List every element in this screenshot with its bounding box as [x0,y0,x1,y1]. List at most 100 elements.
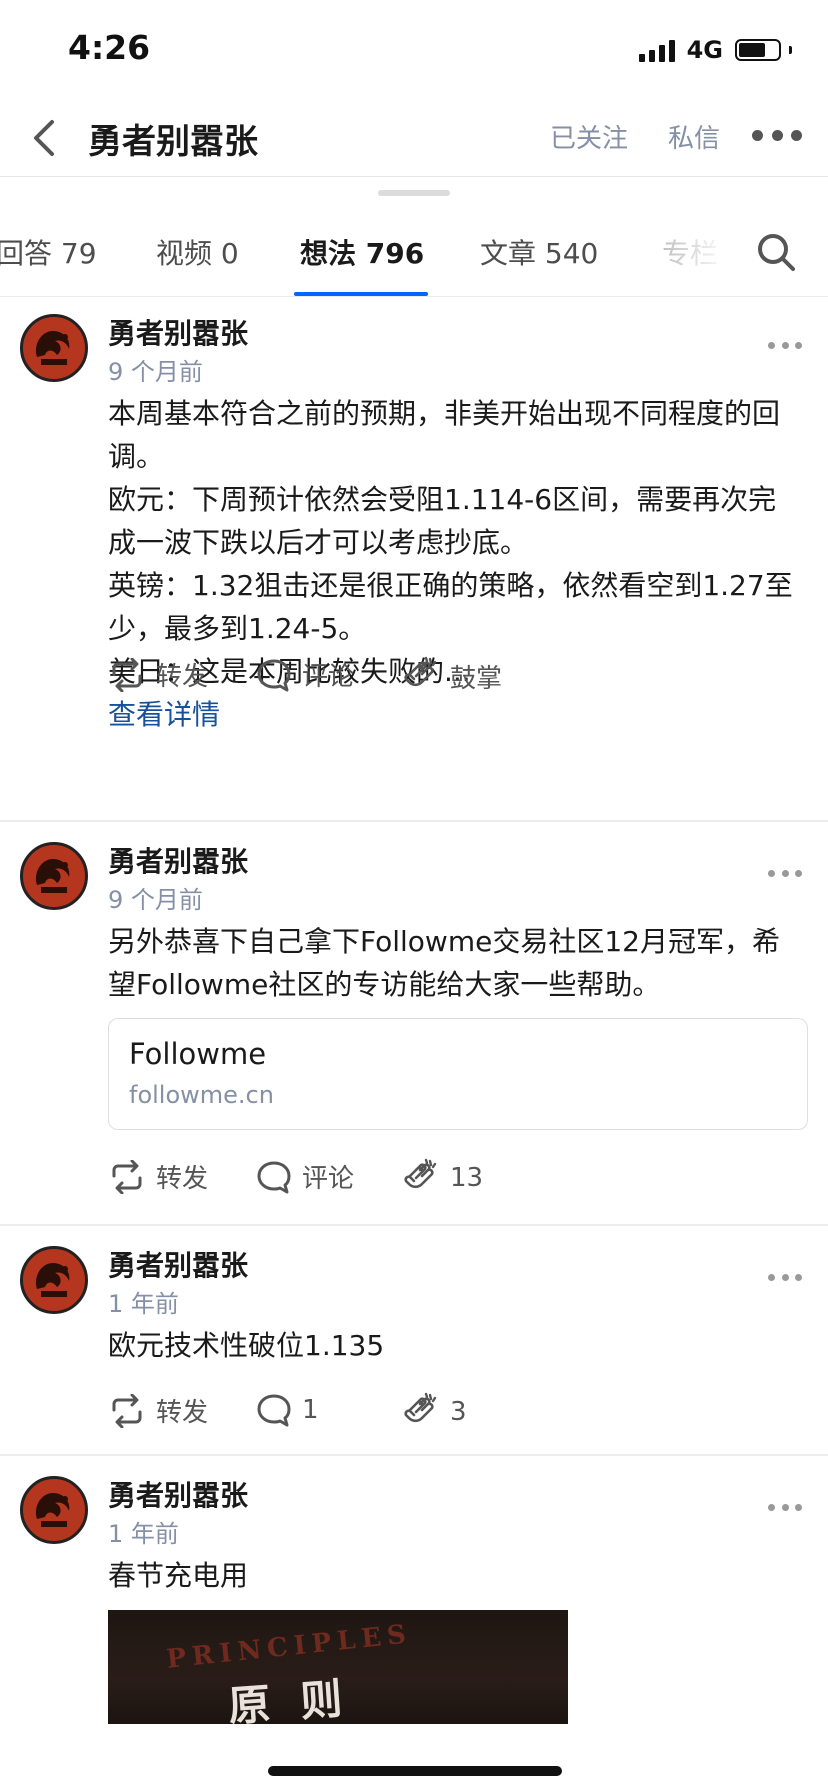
post-content: 欧元技术性破位1.135 [108,1324,798,1367]
clap-count: 3 [450,1397,467,1427]
more-horizontal-icon [768,1273,775,1281]
comment-button[interactable]: 评论 [256,656,354,693]
dragon-emblem-icon [35,331,70,365]
post-text-line: 春节充电用 [108,1559,249,1592]
tab-thoughts[interactable]: 想法 796 [300,232,424,272]
tab-articles[interactable]: 文章 540 [480,232,598,272]
post-text-line: 欧元技术性破位1.135 [108,1329,385,1362]
post-more-button[interactable] [768,1502,802,1512]
post-card: 勇者别嚣张 1 年前 春节充电用 PRINCIPLES 原则 [0,1462,828,1724]
repost-label: 转发 [156,1398,209,1428]
clap-count: 13 [450,1163,484,1193]
tab-bar: 回答 79 视频 0 想法 796 文章 540 专栏 [0,214,828,297]
comment-icon [257,659,291,691]
post-text-line: 英镑：1.32狙击还是很正确的策略，依然看空到1.27至少，最多到1.24-5。 [108,569,793,645]
post-more-button[interactable] [768,340,802,350]
dragon-emblem-icon [35,1493,70,1527]
post-card: 勇者别嚣张 9 个月前 本周基本符合之前的预期，非美开始出现不同程度的回调。 欧… [0,300,828,820]
battery-cap [789,46,792,54]
post-card: 勇者别嚣张 9 个月前 另外恭喜下自己拿下Followme交易社区12月冠军，希… [0,828,828,1220]
more-button[interactable] [752,120,802,150]
followed-button[interactable]: 已关注 [550,118,628,155]
battery-icon [735,39,781,61]
search-button[interactable] [754,230,798,274]
post-content: 另外恭喜下自己拿下Followme交易社区12月冠军，希望Followme社区的… [108,920,798,1006]
more-horizontal-icon [768,341,775,349]
repost-label: 转发 [156,662,209,692]
back-button[interactable] [26,114,66,162]
signal-icon [638,38,675,62]
post-divider [0,1224,828,1226]
post-divider [0,1454,828,1456]
status-bar: 4:26 4G [0,0,828,100]
repost-button[interactable]: 转发 [108,1158,208,1195]
avatar[interactable] [20,314,88,382]
repost-icon [112,1159,142,1194]
message-button[interactable]: 私信 [668,118,720,155]
comment-label: 评论 [302,662,355,692]
more-horizontal-icon [768,869,775,877]
tab-answers[interactable]: 回答 79 [0,232,97,272]
active-tab-indicator [294,292,428,296]
link-card[interactable]: Followme followme.cn [108,1018,808,1130]
status-time: 4:26 [68,28,151,67]
repost-label: 转发 [156,1164,209,1194]
dragon-emblem-icon [35,859,70,893]
repost-button[interactable]: 转发 [108,1392,208,1429]
page-title: 勇者别嚣张 [88,122,258,162]
post-text-line: 欧元：下周预计依然会受阻1.114-6区间，需要再次完成一波下跌以后才可以考虑抄… [108,483,777,559]
post-card: 勇者别嚣张 1 年前 欧元技术性破位1.135 转发 1 3 [0,1232,828,1452]
clap-button[interactable]: 3 [400,1392,467,1432]
post-author[interactable]: 勇者别嚣张 [108,1474,248,1514]
post-time: 9 个月前 [108,358,203,386]
clap-button[interactable]: 鼓掌 [400,656,502,696]
post-image[interactable]: PRINCIPLES 原则 [108,1610,568,1724]
repost-button[interactable]: 转发 [108,656,208,693]
comment-icon [257,1161,291,1193]
clap-icon [404,1392,437,1423]
post-content: 春节充电用 [108,1554,798,1597]
chevron-left-icon [34,120,54,156]
comment-count: 1 [302,1395,319,1425]
post-time: 1 年前 [108,1290,179,1318]
post-text-line: 另外恭喜下自己拿下Followme交易社区12月冠军，希望Followme社区的… [108,925,780,1001]
avatar[interactable] [20,1246,88,1314]
post-author[interactable]: 勇者别嚣张 [108,312,248,352]
dragon-emblem-icon [35,1263,70,1297]
clap-label: 鼓掌 [450,663,503,694]
post-time: 9 个月前 [108,886,203,914]
avatar[interactable] [20,1476,88,1544]
post-divider [0,820,828,822]
image-title-text: 原则 [226,1672,374,1724]
see-more-link[interactable]: 查看详情 [108,693,798,736]
repost-icon [112,1393,142,1428]
search-icon [758,234,795,271]
link-card-title: Followme [129,1037,267,1071]
tab-videos[interactable]: 视频 0 [156,232,239,272]
post-author[interactable]: 勇者别嚣张 [108,1244,248,1284]
post-text-line: 本周基本符合之前的预期，非美开始出现不同程度的回调。 [108,397,781,473]
repost-icon [112,657,142,692]
tab-fade [650,214,730,294]
comment-button[interactable]: 1 [256,1392,319,1428]
network-type: 4G [686,36,723,64]
comment-icon [257,1394,291,1427]
comment-label: 评论 [302,1164,355,1194]
post-author[interactable]: 勇者别嚣张 [108,840,248,880]
post-actions: 转发 评论 13 [108,1158,808,1198]
post-time: 1 年前 [108,1520,179,1548]
link-card-domain: followme.cn [129,1081,274,1109]
post-actions: 转发 1 3 [108,1392,808,1432]
post-more-button[interactable] [768,1272,802,1282]
comment-button[interactable]: 评论 [256,1158,354,1195]
post-more-button[interactable] [768,868,802,878]
drag-handle[interactable] [378,190,450,196]
clap-button[interactable]: 13 [400,1158,483,1198]
more-horizontal-icon [752,129,763,141]
home-indicator[interactable] [268,1766,562,1776]
clap-icon [404,656,437,687]
more-horizontal-icon [768,1503,775,1511]
clap-icon [404,1158,437,1189]
avatar[interactable] [20,842,88,910]
image-banner-text: PRINCIPLES [165,1619,414,1675]
